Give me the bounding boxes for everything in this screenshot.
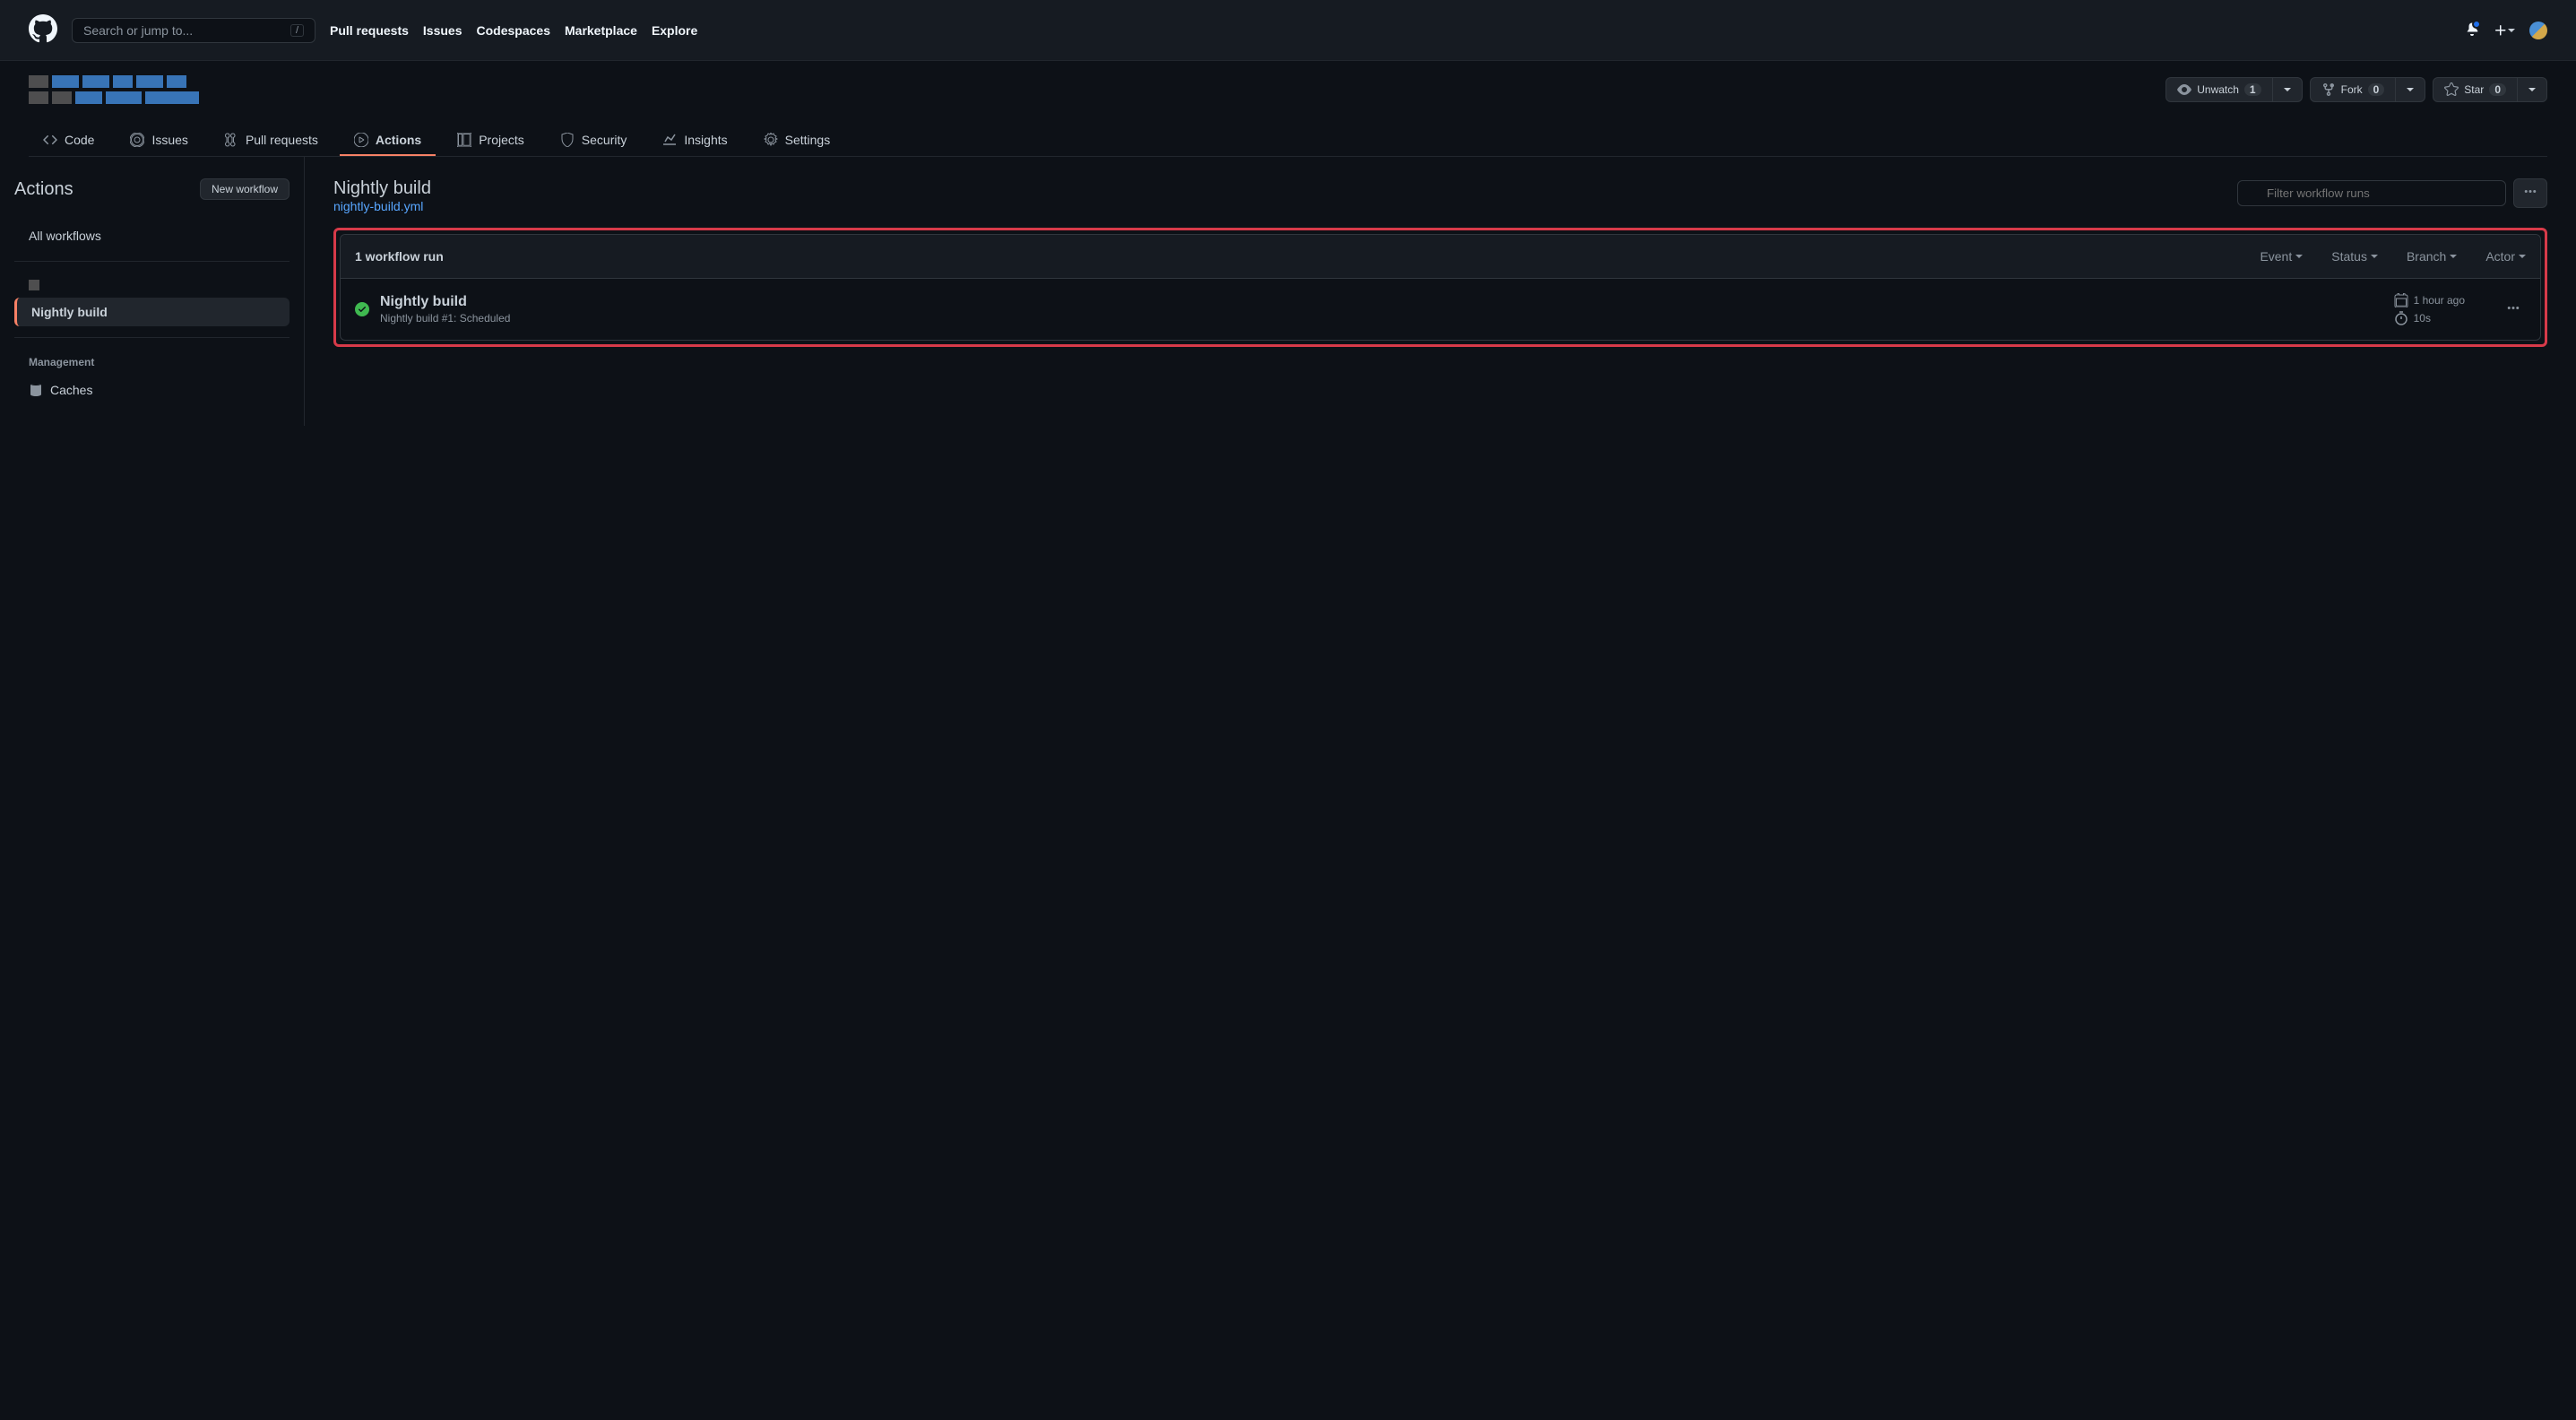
nav-marketplace[interactable]: Marketplace bbox=[565, 23, 637, 38]
workflow-options-menu[interactable] bbox=[2513, 178, 2547, 208]
sidebar-hidden-workflows[interactable] bbox=[14, 273, 290, 298]
tab-code[interactable]: Code bbox=[29, 126, 108, 156]
repo-name bbox=[29, 75, 199, 104]
workflow-yml-link[interactable]: nightly-build.yml bbox=[333, 199, 423, 213]
stopwatch-icon bbox=[2394, 311, 2408, 325]
tab-projects[interactable]: Projects bbox=[443, 126, 539, 156]
search-hotkey: / bbox=[290, 24, 304, 37]
notifications-button[interactable] bbox=[2465, 22, 2479, 39]
sidebar-all-workflows[interactable]: All workflows bbox=[14, 221, 290, 250]
run-options-menu[interactable] bbox=[2501, 296, 2526, 324]
watch-count: 1 bbox=[2244, 83, 2261, 96]
workflow-title: Nightly build bbox=[333, 178, 431, 199]
filter-branch[interactable]: Branch bbox=[2407, 249, 2457, 264]
kebab-icon bbox=[2523, 185, 2537, 199]
runs-table: 1 workflow run Event Status Branch bbox=[340, 234, 2541, 341]
calendar-icon bbox=[2394, 293, 2408, 307]
header-right bbox=[2465, 22, 2547, 39]
tab-issues[interactable]: Issues bbox=[116, 126, 202, 156]
github-logo[interactable] bbox=[29, 14, 72, 46]
run-time: 1 hour ago bbox=[2414, 294, 2465, 307]
search-input[interactable]: Search or jump to... / bbox=[72, 18, 316, 43]
play-icon bbox=[354, 133, 368, 147]
fork-label: Fork bbox=[2341, 83, 2363, 96]
unwatch-menu[interactable] bbox=[2273, 78, 2302, 101]
sidebar-caches[interactable]: Caches bbox=[14, 376, 290, 404]
run-title: Nightly build bbox=[380, 294, 2394, 310]
filter-event[interactable]: Event bbox=[2260, 249, 2303, 264]
star-icon bbox=[2444, 82, 2459, 97]
divider bbox=[14, 261, 290, 262]
search-placeholder: Search or jump to... bbox=[83, 23, 193, 38]
nav-explore[interactable]: Explore bbox=[652, 23, 697, 38]
avatar-image bbox=[2529, 22, 2547, 39]
gear-icon bbox=[764, 133, 778, 147]
filter-status[interactable]: Status bbox=[2331, 249, 2378, 264]
notification-indicator bbox=[2472, 20, 2481, 29]
caret-down-icon bbox=[2371, 255, 2378, 258]
create-new-menu[interactable] bbox=[2494, 23, 2515, 38]
nav-pull-requests[interactable]: Pull requests bbox=[330, 23, 409, 38]
run-duration: 10s bbox=[2414, 312, 2431, 325]
tab-settings[interactable]: Settings bbox=[749, 126, 845, 156]
runs-highlight-box: 1 workflow run Event Status Branch bbox=[333, 228, 2547, 347]
github-icon bbox=[29, 14, 57, 43]
runs-count: 1 workflow run bbox=[355, 249, 444, 264]
sidebar-management-label: Management bbox=[14, 349, 290, 376]
eye-icon bbox=[2177, 82, 2191, 97]
repo-header: Unwatch 1 Fork 0 bbox=[0, 61, 2576, 157]
caret-down-icon bbox=[2450, 255, 2457, 258]
fork-button[interactable]: Fork 0 bbox=[2311, 78, 2397, 101]
star-count: 0 bbox=[2489, 83, 2506, 96]
caret-down-icon bbox=[2528, 88, 2536, 91]
kebab-icon bbox=[2506, 301, 2520, 316]
star-label: Star bbox=[2464, 83, 2484, 96]
issue-icon bbox=[130, 133, 144, 147]
star-button[interactable]: Star 0 bbox=[2433, 78, 2518, 101]
fork-icon bbox=[2321, 82, 2336, 97]
global-nav: Pull requests Issues Codespaces Marketpl… bbox=[330, 23, 697, 38]
cache-icon bbox=[29, 383, 43, 397]
fork-menu[interactable] bbox=[2396, 78, 2425, 101]
actions-sidebar: Actions New workflow All workflows Night… bbox=[0, 157, 305, 426]
main-content: Nightly build nightly-build.yml 1 workfl… bbox=[305, 157, 2576, 426]
caret-down-icon bbox=[2519, 255, 2526, 258]
pull-request-icon bbox=[224, 133, 238, 147]
success-icon bbox=[355, 302, 369, 316]
tab-actions[interactable]: Actions bbox=[340, 126, 436, 156]
filter-runs-input[interactable] bbox=[2237, 180, 2506, 206]
unwatch-label: Unwatch bbox=[2197, 83, 2239, 96]
shield-icon bbox=[560, 133, 575, 147]
code-icon bbox=[43, 133, 57, 147]
caret-down-icon bbox=[2508, 29, 2515, 32]
sidebar-title: Actions bbox=[14, 179, 73, 200]
run-row[interactable]: Nightly build Nightly build #1: Schedule… bbox=[341, 279, 2540, 340]
tab-security[interactable]: Security bbox=[546, 126, 642, 156]
nav-codespaces[interactable]: Codespaces bbox=[477, 23, 550, 38]
new-workflow-button[interactable]: New workflow bbox=[200, 178, 290, 200]
global-header: Search or jump to... / Pull requests Iss… bbox=[0, 0, 2576, 61]
star-menu[interactable] bbox=[2518, 78, 2546, 101]
sidebar-nightly-build[interactable]: Nightly build bbox=[14, 298, 290, 326]
repo-actions: Unwatch 1 Fork 0 bbox=[2165, 77, 2547, 102]
plus-icon bbox=[2494, 23, 2508, 38]
filter-actor[interactable]: Actor bbox=[2485, 249, 2526, 264]
unwatch-button[interactable]: Unwatch 1 bbox=[2166, 78, 2272, 101]
user-avatar[interactable] bbox=[2529, 22, 2547, 39]
caret-down-icon bbox=[2407, 88, 2414, 91]
caret-down-icon bbox=[2284, 88, 2291, 91]
divider bbox=[14, 337, 290, 338]
tab-pull-requests[interactable]: Pull requests bbox=[210, 126, 333, 156]
nav-issues[interactable]: Issues bbox=[423, 23, 462, 38]
graph-icon bbox=[662, 133, 677, 147]
repo-tabs: Code Issues Pull requests Actions Projec… bbox=[29, 126, 2547, 157]
run-subtitle: Nightly build #1: Scheduled bbox=[380, 312, 2394, 325]
fork-count: 0 bbox=[2368, 83, 2385, 96]
table-icon bbox=[457, 133, 471, 147]
tab-insights[interactable]: Insights bbox=[648, 126, 741, 156]
caret-down-icon bbox=[2295, 255, 2303, 258]
